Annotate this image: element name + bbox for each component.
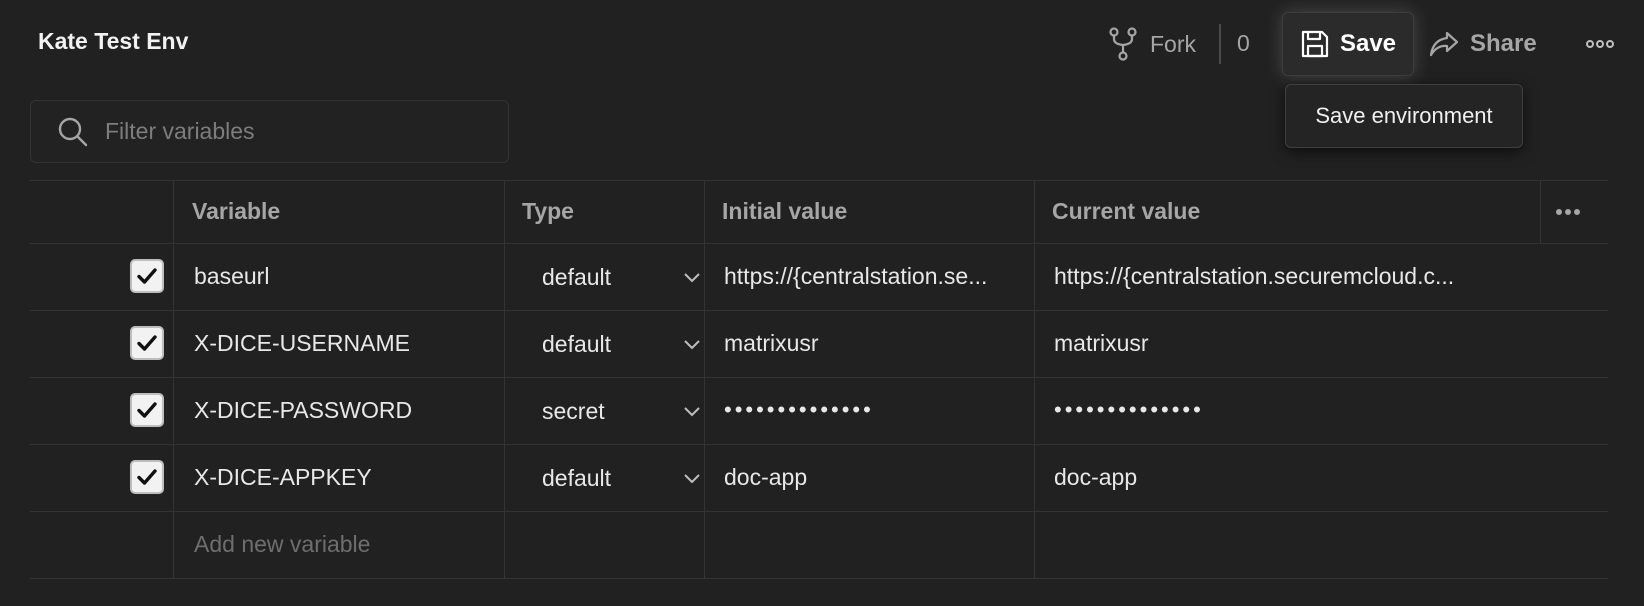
column-options-button[interactable]: [1553, 202, 1583, 222]
chevron-down-icon: [684, 474, 700, 484]
table-row: baseurl default https://{centralstation.…: [30, 243, 1608, 310]
more-options-button[interactable]: [1582, 30, 1618, 58]
current-value-cell[interactable]: doc-app: [1054, 464, 1534, 491]
fork-label: Fork: [1150, 30, 1196, 57]
checkmark-icon: [137, 335, 157, 351]
environment-header: Kate Test Env Fork 0 Save Share: [0, 0, 1644, 88]
current-value-cell[interactable]: ••••••••••••••: [1054, 397, 1534, 423]
variables-table: Variable Type Initial value Current valu…: [30, 180, 1608, 584]
variable-name-cell[interactable]: X-DICE-USERNAME: [194, 330, 494, 357]
type-dropdown[interactable]: default: [534, 255, 716, 299]
initial-value-cell[interactable]: https://{centralstation.se...: [724, 263, 1026, 290]
fork-button[interactable]: Fork: [1108, 22, 1196, 66]
initial-value-cell[interactable]: doc-app: [724, 464, 1026, 491]
table-row: X-DICE-PASSWORD secret •••••••••••••• ••…: [30, 377, 1608, 444]
column-header-current-value: Current value: [1052, 198, 1201, 224]
column-header-variable: Variable: [192, 198, 281, 224]
share-button[interactable]: Share: [1428, 22, 1537, 66]
environment-title: Kate Test Env: [38, 28, 189, 54]
type-dropdown[interactable]: default: [534, 456, 716, 500]
save-label: Save: [1339, 30, 1397, 57]
current-value-cell[interactable]: https://{centralstation.securemcloud.c..…: [1054, 263, 1534, 290]
more-horizontal-icon: [1556, 209, 1580, 215]
checkmark-icon: [137, 469, 157, 485]
column-header-initial-value: Initial value: [722, 198, 848, 224]
type-value: default: [542, 464, 612, 491]
table-row: X-DICE-USERNAME default matrixusr matrix…: [30, 310, 1608, 377]
chevron-down-icon: [684, 273, 700, 283]
filter-variables-input[interactable]: [105, 101, 495, 162]
row-enabled-checkbox[interactable]: [130, 393, 164, 427]
environment-editor: Kate Test Env Fork 0 Save Share Save env…: [0, 0, 1644, 606]
initial-value-cell[interactable]: ••••••••••••••: [724, 397, 1026, 423]
add-new-variable-input[interactable]: Add new variable: [194, 531, 370, 558]
checkmark-icon: [137, 402, 157, 418]
row-enabled-checkbox[interactable]: [130, 326, 164, 360]
more-horizontal-icon: [1586, 40, 1614, 48]
variable-name-cell[interactable]: X-DICE-PASSWORD: [194, 397, 494, 424]
chevron-down-icon: [684, 407, 700, 417]
save-tooltip: Save environment: [1285, 84, 1523, 148]
current-value-cell[interactable]: matrixusr: [1054, 330, 1534, 357]
variable-name-cell[interactable]: baseurl: [194, 263, 494, 290]
fork-count: 0: [1237, 30, 1250, 56]
type-value: default: [542, 330, 612, 357]
share-label: Share: [1470, 30, 1537, 57]
column-header-type: Type: [522, 198, 574, 224]
chevron-down-icon: [684, 340, 700, 350]
row-enabled-checkbox[interactable]: [130, 259, 164, 293]
fork-divider: [1219, 24, 1221, 64]
row-enabled-checkbox[interactable]: [130, 460, 164, 494]
initial-value-cell[interactable]: matrixusr: [724, 330, 1026, 357]
checkmark-icon: [137, 268, 157, 284]
search-icon: [58, 117, 88, 147]
type-value: default: [542, 263, 612, 290]
share-arrow-icon: [1429, 31, 1459, 57]
type-value: secret: [542, 397, 605, 424]
variable-name-cell[interactable]: X-DICE-APPKEY: [194, 464, 494, 491]
add-variable-row[interactable]: Add new variable: [30, 511, 1608, 578]
table-border: [30, 578, 1608, 579]
save-button[interactable]: Save: [1282, 12, 1414, 76]
column-divider: [1540, 180, 1541, 243]
table-border: [30, 180, 1608, 181]
type-dropdown[interactable]: default: [534, 322, 716, 366]
table-row: X-DICE-APPKEY default doc-app doc-app: [30, 444, 1608, 511]
floppy-disk-icon: [1301, 30, 1329, 58]
filter-box: [30, 100, 509, 163]
type-dropdown[interactable]: secret: [534, 389, 716, 433]
fork-icon: [1109, 27, 1137, 61]
